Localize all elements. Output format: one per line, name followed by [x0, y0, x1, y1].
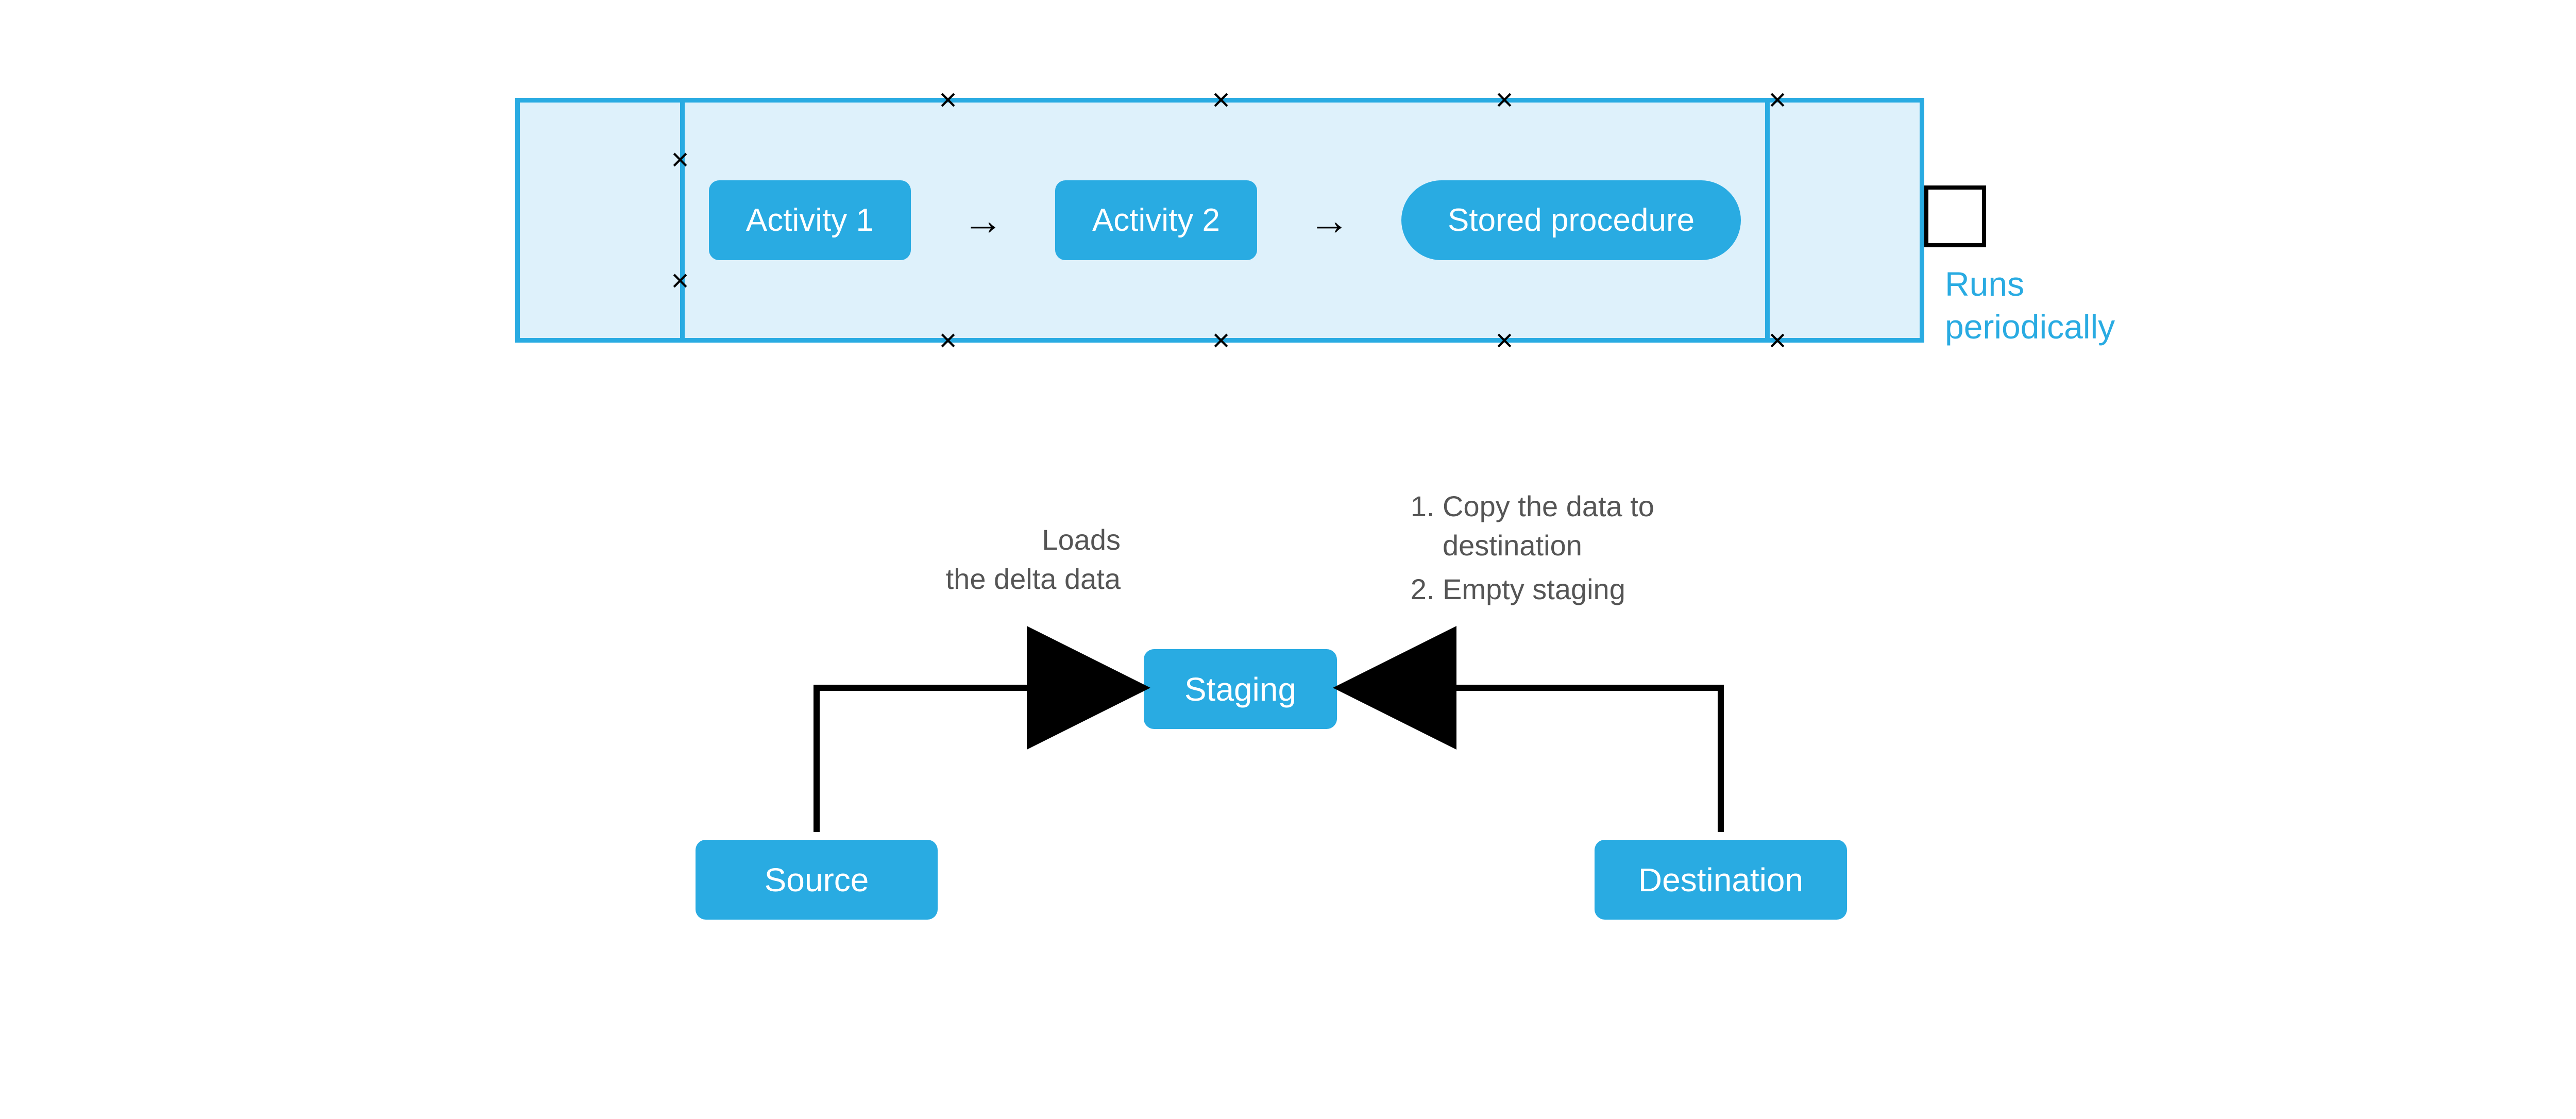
stored-procedure-box: Stored procedure: [1401, 180, 1741, 260]
activity-2-box: Activity 2: [1055, 180, 1257, 260]
selection-handle-icon: ×: [669, 269, 691, 292]
selection-handle-icon: ×: [1493, 329, 1516, 352]
pipeline-container: Activity 1 → Activity 2 → Stored procedu…: [515, 98, 1924, 343]
data-flow-diagram: Loads the delta data Copy the data to de…: [696, 515, 1906, 979]
selection-handle-icon: ×: [1766, 89, 1789, 111]
activity-1-label: Activity 1: [746, 202, 874, 238]
selection-handle-icon: ×: [1766, 329, 1789, 352]
arrow-source-to-staging: [817, 688, 1126, 832]
selection-handle-icon: ×: [1493, 89, 1516, 111]
arrow-icon: →: [962, 197, 1004, 244]
pipeline-inner-frame: Activity 1 → Activity 2 → Stored procedu…: [680, 103, 1770, 338]
selection-handle-icon: ×: [669, 148, 691, 171]
stored-procedure-label: Stored procedure: [1448, 202, 1694, 238]
connector-handle: [1924, 185, 1986, 247]
diagram-canvas: Activity 1 → Activity 2 → Stored procedu…: [0, 0, 2576, 1119]
selection-handle-icon: ×: [1210, 329, 1232, 352]
flow-arrows: [696, 515, 1906, 979]
activity-1-box: Activity 1: [709, 180, 911, 260]
selection-handle-icon: ×: [937, 329, 959, 352]
selection-handle-icon: ×: [1210, 89, 1232, 111]
runs-periodically-label: Runs periodically: [1945, 263, 2151, 348]
selection-handle-icon: ×: [937, 89, 959, 111]
arrow-destination-to-staging: [1358, 688, 1721, 832]
activity-2-label: Activity 2: [1092, 202, 1220, 238]
arrow-icon: →: [1309, 197, 1350, 244]
